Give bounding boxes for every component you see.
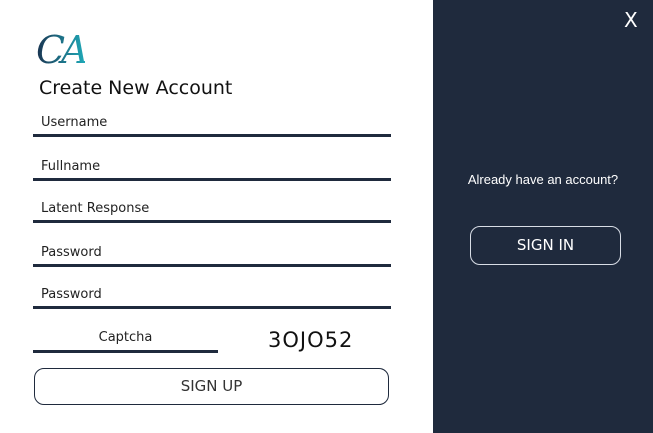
username-underline (33, 134, 391, 137)
confirm-password-field[interactable]: Password (33, 283, 391, 309)
side-panel (433, 0, 653, 433)
fullname-underline (33, 178, 391, 181)
logo-text: CA (36, 28, 88, 72)
latent-response-field[interactable]: Latent Response (33, 197, 391, 223)
password-underline (33, 264, 391, 267)
confirm-password-placeholder: Password (41, 287, 102, 302)
have-account-text: Already have an account? (467, 172, 619, 187)
password-placeholder: Password (41, 245, 102, 260)
username-placeholder: Username (41, 115, 108, 130)
latent-response-placeholder: Latent Response (41, 201, 150, 216)
password-field[interactable]: Password (33, 241, 391, 267)
logo: CA (36, 28, 92, 72)
signin-button[interactable]: SIGN IN (470, 226, 621, 265)
fullname-field[interactable]: Fullname (33, 155, 391, 181)
captcha-code: 3OJO52 (268, 328, 354, 352)
captcha-field[interactable]: Captcha (33, 327, 218, 353)
page-title: Create New Account (39, 77, 233, 99)
latent-response-underline (33, 220, 391, 223)
fullname-placeholder: Fullname (41, 159, 101, 174)
close-icon[interactable]: X (624, 8, 638, 32)
username-field[interactable]: Username (33, 111, 391, 137)
captcha-placeholder: Captcha (98, 330, 153, 345)
signup-button[interactable]: SIGN UP (34, 368, 389, 405)
captcha-underline (33, 350, 218, 353)
confirm-password-underline (33, 306, 391, 309)
